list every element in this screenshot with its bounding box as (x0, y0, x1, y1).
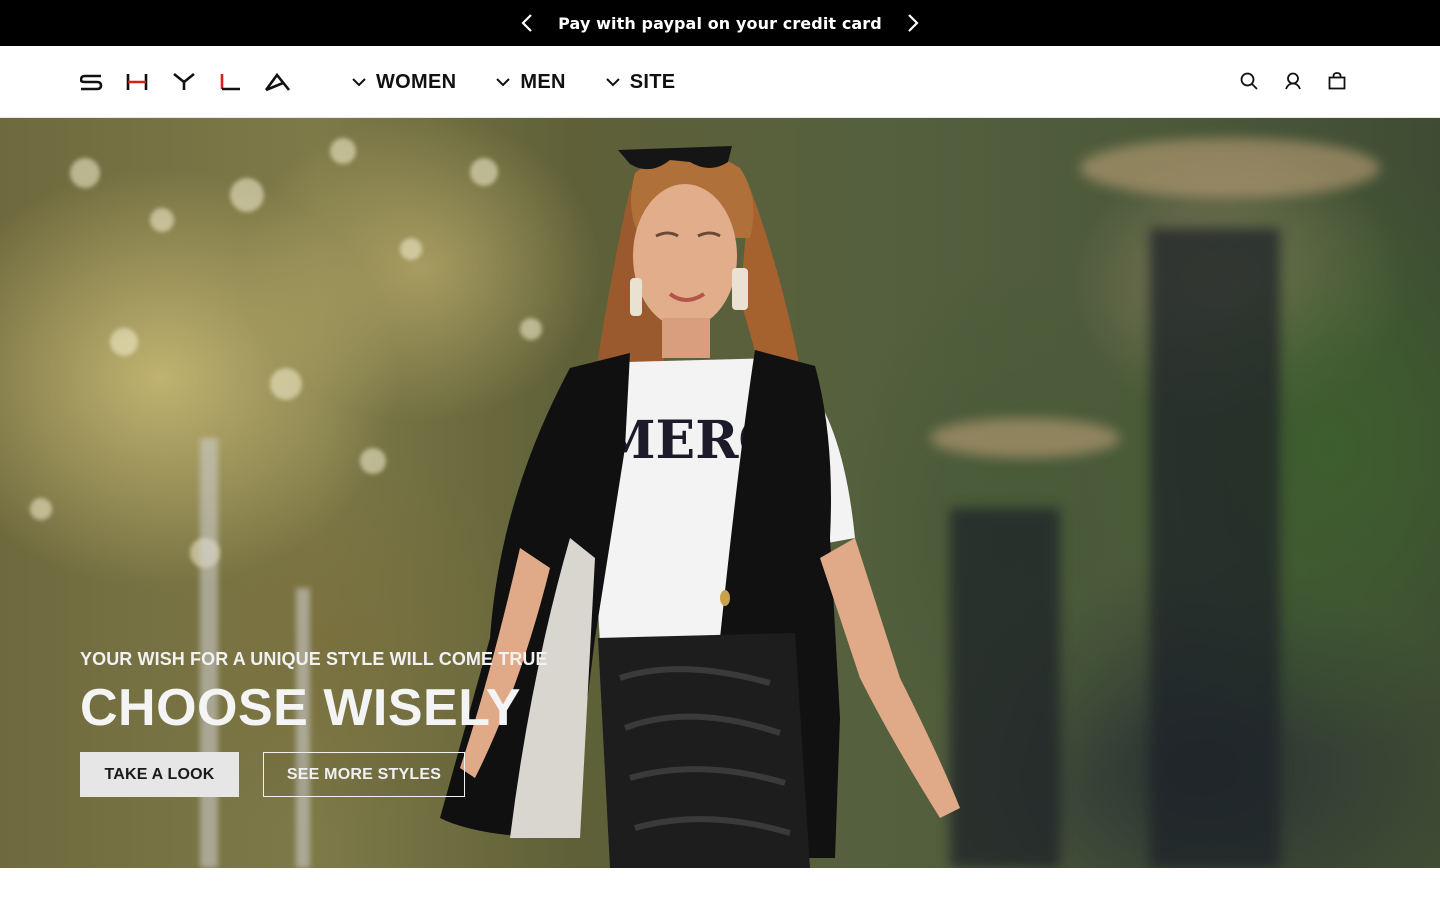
hero-banner: MERC YOUR WISH FOR A UNIQUE STYLE WILL C… (0, 118, 1440, 868)
chevron-down-icon (496, 74, 512, 90)
site-header: WOMEN MEN SITE (0, 46, 1440, 118)
chevron-down-icon (352, 74, 368, 90)
nav-item-men[interactable]: MEN (496, 71, 565, 94)
background-bokeh (400, 238, 422, 260)
hero-title: CHOOSE WISELY (80, 679, 521, 737)
nav-label-men: MEN (520, 70, 566, 93)
background-bokeh (30, 498, 52, 520)
hero-subtitle: YOUR WISH FOR A UNIQUE STYLE WILL COME T… (80, 649, 548, 669)
background-bokeh (230, 178, 264, 212)
nav-label-site: SITE (629, 70, 676, 93)
chevron-right-icon[interactable] (902, 12, 924, 34)
model-figure: MERC (440, 146, 960, 868)
account-icon[interactable] (1282, 70, 1304, 92)
announcement-bar: Pay with paypal on your credit card (0, 0, 1440, 46)
shopping-bag-icon[interactable] (1326, 70, 1348, 92)
background-bokeh (270, 368, 302, 400)
announcement-text[interactable]: Pay with paypal on your credit card (558, 14, 882, 33)
background-bokeh (110, 328, 138, 356)
chevron-down-icon (606, 74, 622, 90)
background-bokeh (360, 448, 386, 474)
nav-item-site[interactable]: SITE (606, 71, 676, 94)
take-a-look-button[interactable]: TAKE A LOOK (80, 752, 239, 797)
background-pillar (1150, 228, 1280, 868)
header-tools (1216, 70, 1348, 92)
shyla-logo[interactable] (80, 72, 290, 92)
background-bokeh (70, 158, 100, 188)
background-bokeh (330, 138, 356, 164)
nav-label-women: WOMEN (376, 70, 457, 93)
search-icon[interactable] (1238, 70, 1260, 92)
see-more-styles-button[interactable]: SEE MORE STYLES (263, 752, 465, 797)
chevron-left-icon[interactable] (516, 12, 538, 34)
background-bokeh (150, 208, 174, 232)
main-nav: WOMEN MEN SITE (352, 46, 675, 118)
nav-item-women[interactable]: WOMEN (352, 71, 456, 94)
background-umbrella (1080, 138, 1380, 198)
